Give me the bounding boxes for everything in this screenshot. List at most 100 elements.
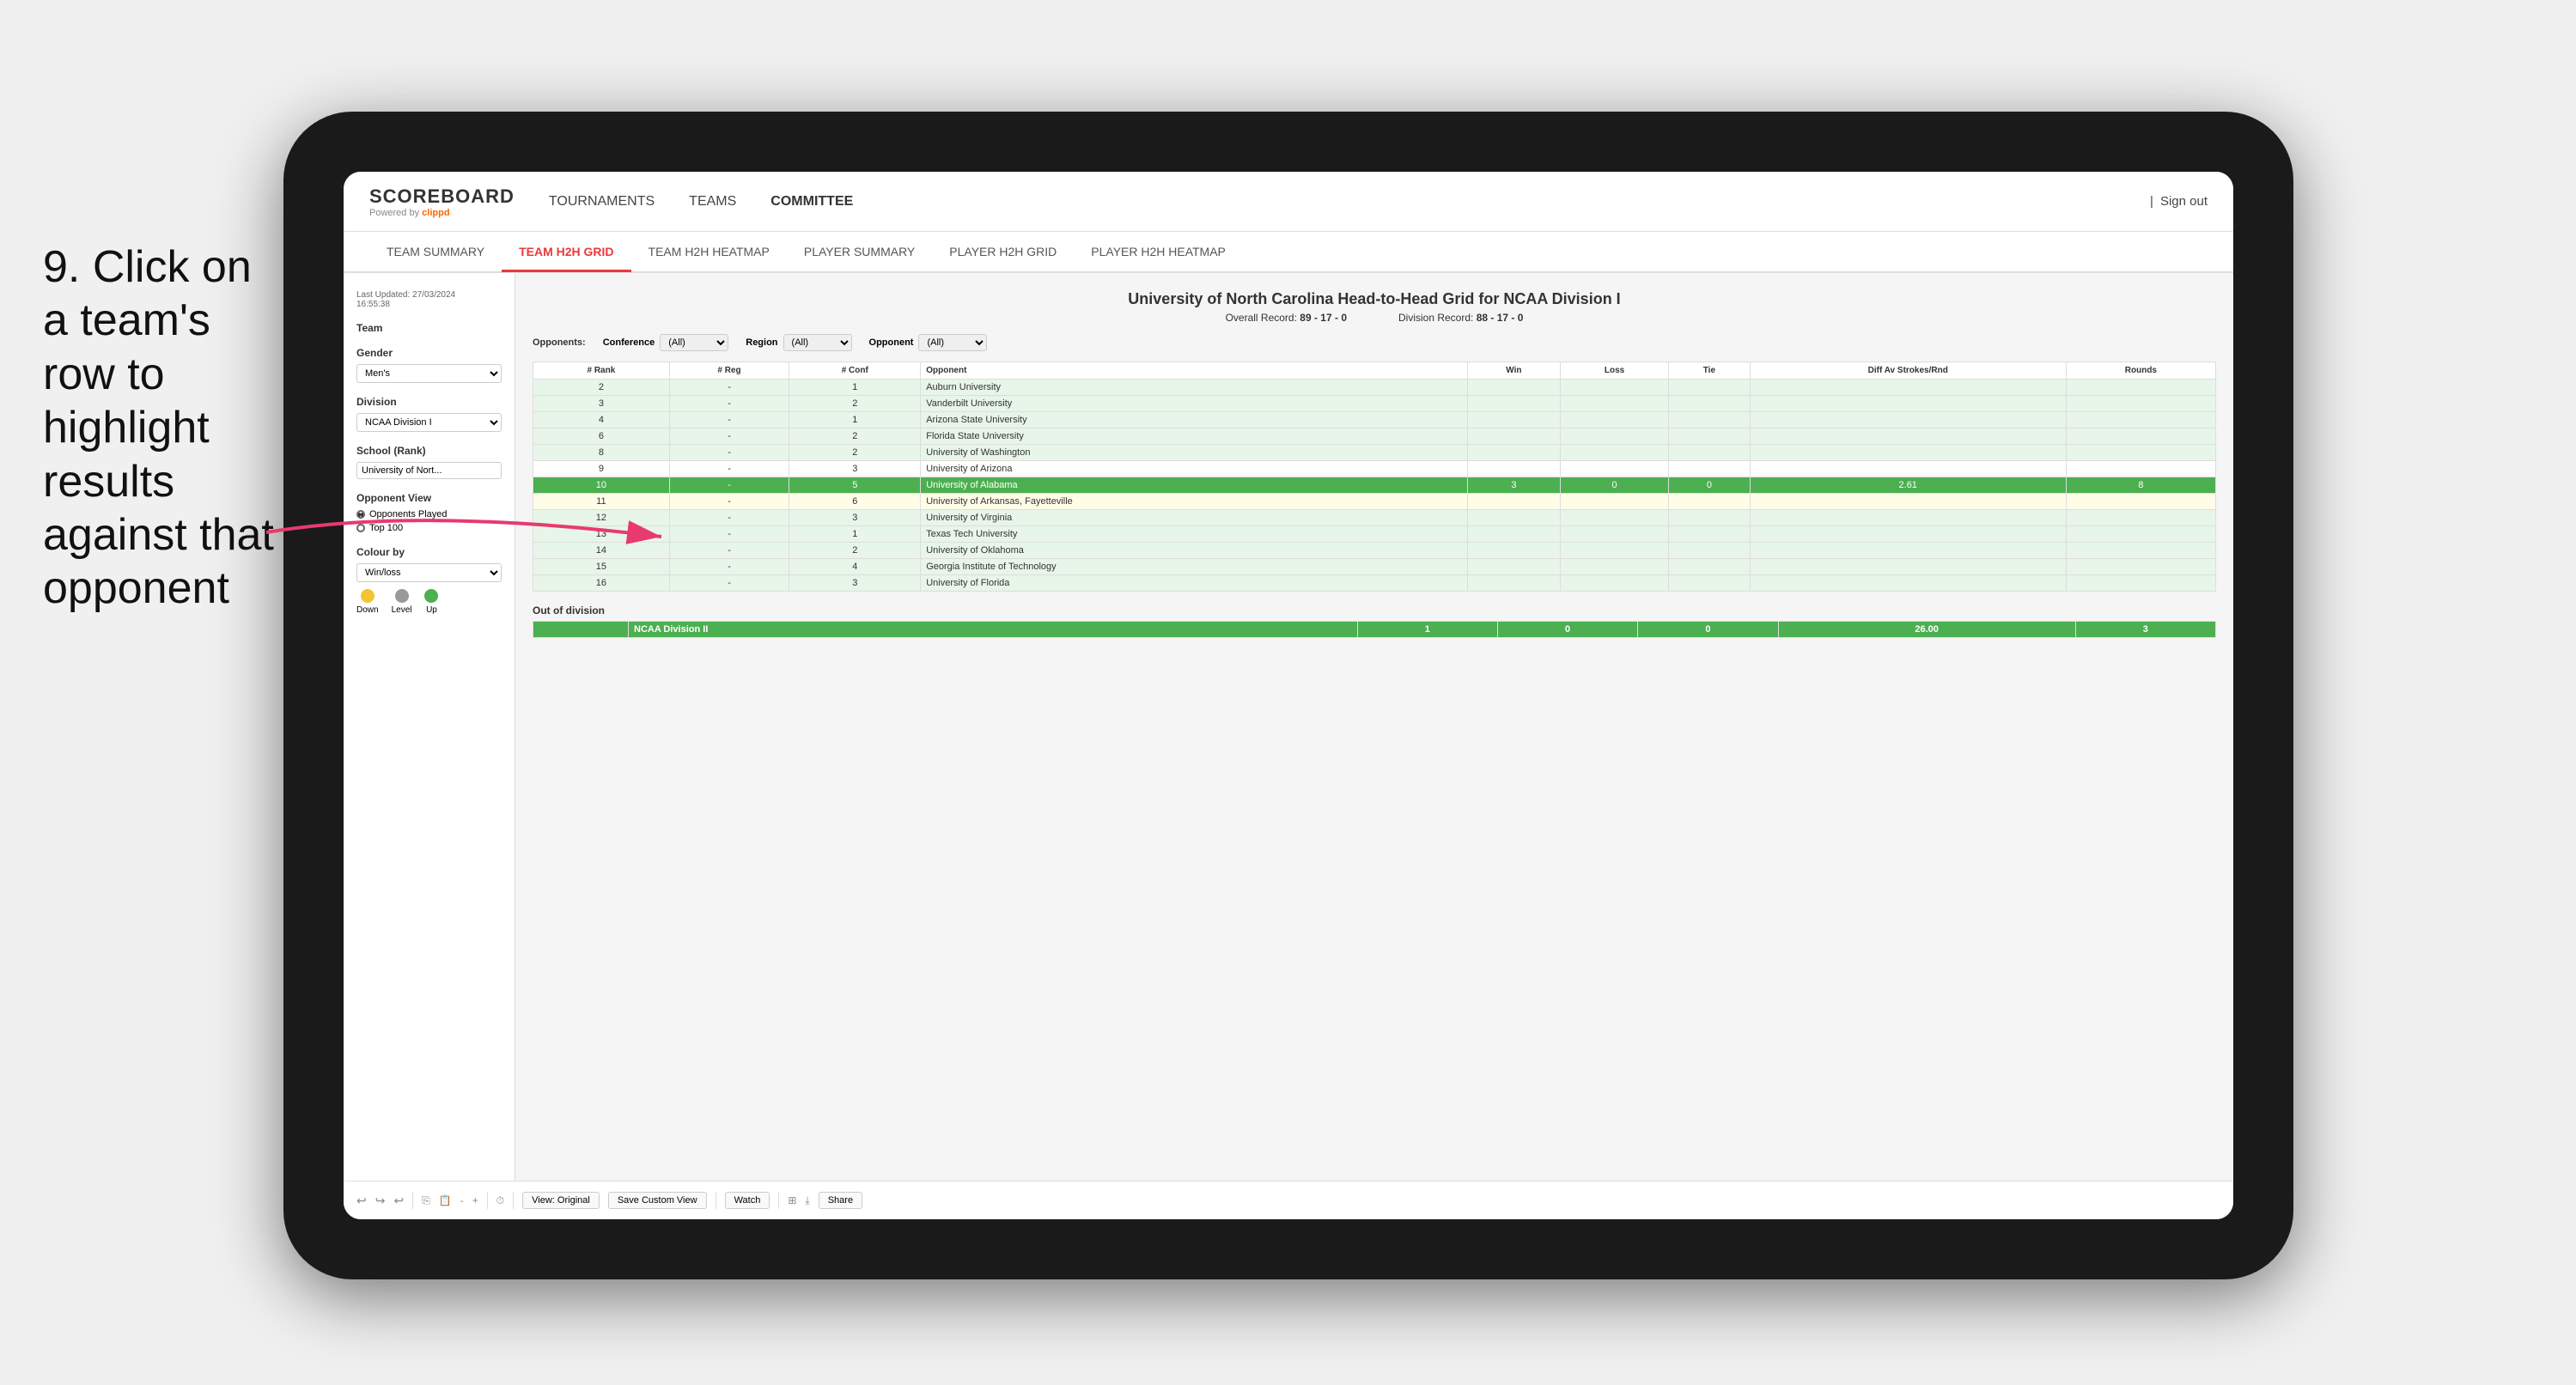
cell-conf: 3	[789, 575, 921, 592]
radio-top100[interactable]: Top 100	[356, 523, 502, 533]
nav-items: TOURNAMENTS TEAMS COMMITTEE	[549, 190, 2150, 214]
cell-loss	[1561, 396, 1669, 412]
table-row[interactable]: 15 - 4 Georgia Institute of Technology	[533, 559, 2216, 575]
table-row[interactable]: 3 - 2 Vanderbilt University	[533, 396, 2216, 412]
table-row[interactable]: 16 - 3 University of Florida	[533, 575, 2216, 592]
toolbar-divider1	[412, 1192, 413, 1209]
conference-select[interactable]: (All)	[660, 334, 728, 351]
cell-win	[1467, 428, 1560, 445]
table-row[interactable]: 10 - 5 University of Alabama 3 0 0 2.61 …	[533, 477, 2216, 494]
view-original-button[interactable]: View: Original	[522, 1192, 600, 1209]
cell-diff	[1750, 559, 2066, 575]
tab-player-summary[interactable]: PLAYER SUMMARY	[787, 233, 932, 272]
table-row[interactable]: 8 - 2 University of Washington	[533, 445, 2216, 461]
cell-rounds	[2066, 543, 2215, 559]
grid-icon[interactable]: ⊞	[788, 1194, 796, 1206]
col-rounds: Rounds	[2066, 362, 2215, 380]
cell-rank: 11	[533, 494, 670, 510]
copy-icon[interactable]: ⎘	[422, 1194, 430, 1207]
data-table: # Rank # Reg # Conf Opponent Win Loss Ti…	[533, 361, 2216, 592]
cell-win	[1467, 380, 1560, 396]
nav-committee[interactable]: COMMITTEE	[770, 190, 853, 214]
out-division-label: Out of division	[533, 604, 2216, 617]
tab-player-h2h-grid[interactable]: PLAYER H2H GRID	[932, 233, 1074, 272]
export-icon[interactable]: ⤓	[805, 1194, 809, 1207]
tab-team-summary[interactable]: TEAM SUMMARY	[369, 233, 502, 272]
region-label: Region	[746, 337, 777, 348]
clock-icon[interactable]: ⏱	[496, 1194, 504, 1207]
cell-win	[1467, 543, 1560, 559]
cell-tie	[1669, 396, 1751, 412]
cell-win	[1467, 412, 1560, 428]
out-division-opponent: NCAA Division II	[629, 622, 1358, 638]
colour-select[interactable]: Win/loss	[356, 563, 502, 582]
cell-conf: 2	[789, 428, 921, 445]
cell-reg: -	[669, 559, 789, 575]
gender-select[interactable]: Men's	[356, 364, 502, 383]
legend-level-dot	[395, 589, 409, 603]
cell-loss	[1561, 526, 1669, 543]
cell-win	[1467, 559, 1560, 575]
paste-icon[interactable]: 📋	[439, 1194, 452, 1206]
cell-opponent: University of Washington	[921, 445, 1468, 461]
cell-rank: 6	[533, 428, 670, 445]
cell-opponent: University of Oklahoma	[921, 543, 1468, 559]
out-division-name	[533, 622, 629, 638]
cell-tie	[1669, 575, 1751, 592]
cell-rounds	[2066, 396, 2215, 412]
cell-reg: -	[669, 526, 789, 543]
cell-win: 3	[1467, 477, 1560, 494]
cell-reg: -	[669, 494, 789, 510]
legend-up: Up	[424, 589, 438, 615]
cell-conf: 6	[789, 494, 921, 510]
cell-diff	[1750, 461, 2066, 477]
plus-icon[interactable]: +	[472, 1194, 478, 1206]
save-custom-view-button[interactable]: Save Custom View	[608, 1192, 707, 1209]
cell-rank: 16	[533, 575, 670, 592]
cell-tie	[1669, 494, 1751, 510]
nav-tournaments[interactable]: TOURNAMENTS	[549, 190, 655, 214]
table-row[interactable]: 4 - 1 Arizona State University	[533, 412, 2216, 428]
school-value[interactable]: University of Nort...	[356, 462, 502, 479]
table-row[interactable]: 12 - 3 University of Virginia	[533, 510, 2216, 526]
table-row[interactable]: 11 - 6 University of Arkansas, Fayettevi…	[533, 494, 2216, 510]
instruction-body: Click on a team's row to highlight resul…	[43, 242, 274, 613]
nav-teams[interactable]: TEAMS	[689, 190, 736, 214]
main-content: Last Updated: 27/03/2024 16:55:38 Team G…	[344, 273, 2233, 1181]
cell-diff	[1750, 494, 2066, 510]
table-body: 2 - 1 Auburn University 3 - 2 Vanderbilt…	[533, 380, 2216, 592]
table-row[interactable]: 13 - 1 Texas Tech University	[533, 526, 2216, 543]
cell-rounds	[2066, 510, 2215, 526]
cell-reg: -	[669, 428, 789, 445]
conference-label: Conference	[603, 337, 655, 348]
grid-title-area: University of North Carolina Head-to-Hea…	[533, 290, 2216, 324]
tab-player-h2h-heatmap[interactable]: PLAYER H2H HEATMAP	[1074, 233, 1243, 272]
grid-records: Overall Record: 89 - 17 - 0 Division Rec…	[533, 312, 2216, 324]
table-row[interactable]: 14 - 2 University of Oklahoma	[533, 543, 2216, 559]
cell-conf: 3	[789, 510, 921, 526]
cell-reg: -	[669, 575, 789, 592]
opponent-select[interactable]: (All)	[918, 334, 987, 351]
sign-out-button[interactable]: Sign out	[2160, 194, 2208, 209]
cell-rounds	[2066, 494, 2215, 510]
cell-conf: 1	[789, 526, 921, 543]
undo-icon[interactable]: ↩	[356, 1194, 367, 1208]
cell-rounds: 8	[2066, 477, 2215, 494]
table-row[interactable]: 9 - 3 University of Arizona	[533, 461, 2216, 477]
watch-button[interactable]: Watch	[725, 1192, 770, 1209]
undo2-icon[interactable]: ↩	[393, 1194, 404, 1208]
cell-diff: 2.61	[1750, 477, 2066, 494]
redo-icon[interactable]: ↪	[375, 1194, 386, 1208]
tab-team-h2h-grid[interactable]: TEAM H2H GRID	[502, 233, 630, 272]
division-select[interactable]: NCAA Division I	[356, 413, 502, 432]
opponents-label: Opponents:	[533, 337, 586, 348]
out-division-row[interactable]: NCAA Division II 1 0 0 26.00 3	[533, 622, 2216, 638]
radio-opponents-played[interactable]: Opponents Played	[356, 509, 502, 519]
tab-team-h2h-heatmap[interactable]: TEAM H2H HEATMAP	[631, 233, 787, 272]
table-row[interactable]: 2 - 1 Auburn University	[533, 380, 2216, 396]
table-row[interactable]: 6 - 2 Florida State University	[533, 428, 2216, 445]
cell-tie	[1669, 543, 1751, 559]
share-button[interactable]: Share	[819, 1192, 862, 1209]
toolbar-divider3	[513, 1192, 514, 1209]
region-select[interactable]: (All)	[783, 334, 852, 351]
